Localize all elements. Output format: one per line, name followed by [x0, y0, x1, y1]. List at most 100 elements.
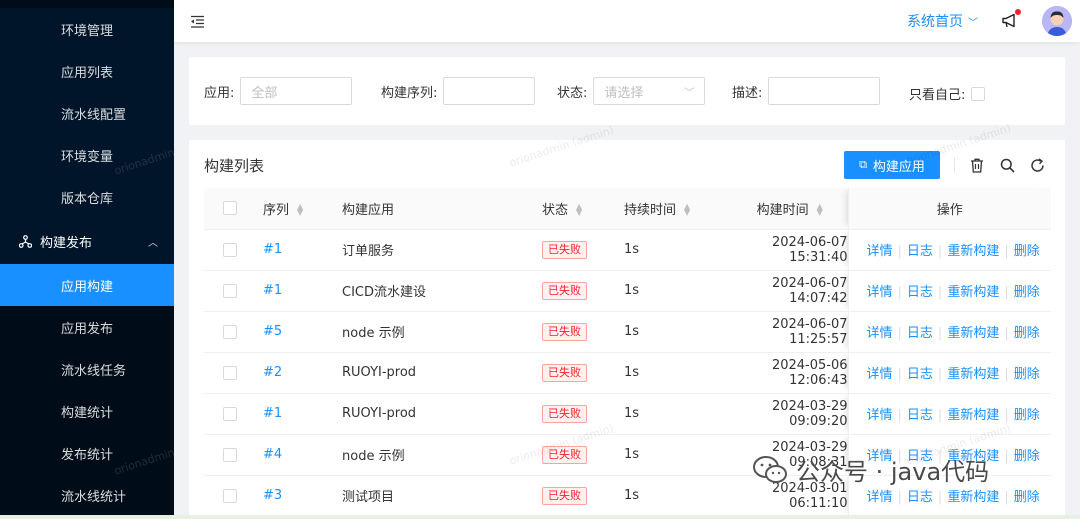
select-all-checkbox[interactable]: [223, 201, 237, 216]
app-filter-label: 应用:: [204, 85, 235, 101]
detail-link[interactable]: 详情: [867, 285, 893, 300]
seq-link[interactable]: #1: [263, 406, 282, 421]
op-divider: |: [897, 326, 902, 341]
app-cell: RUOYI-prod: [342, 352, 542, 394]
row-checkbox[interactable]: [223, 406, 237, 421]
delete-link[interactable]: 删除: [1014, 285, 1040, 300]
row-checkbox[interactable]: [223, 324, 237, 339]
duration-cell: 1s: [624, 229, 732, 271]
col-ops: 操作: [847, 188, 1051, 230]
log-link[interactable]: 日志: [907, 326, 933, 341]
sidebar-item-pipeline-task[interactable]: 流水线任务: [0, 348, 174, 390]
log-link[interactable]: 日志: [907, 244, 933, 259]
delete-link[interactable]: 删除: [1014, 408, 1040, 423]
deploy-icon: [18, 234, 32, 248]
delete-icon[interactable]: [969, 157, 985, 173]
avatar[interactable]: [1042, 6, 1072, 36]
wechat-icon: [753, 455, 787, 483]
row-checkbox[interactable]: [223, 447, 237, 462]
seq-cell: #1: [263, 393, 342, 435]
detail-link[interactable]: 详情: [867, 490, 893, 505]
ops-cell: 详情 | 日志 | 重新构建 | 删除: [847, 393, 1051, 435]
row-checkbox[interactable]: [223, 242, 237, 257]
sidebar-group-build-release[interactable]: 构建发布 ︿: [0, 218, 174, 264]
seq-link[interactable]: #3: [263, 488, 282, 503]
op-divider: |: [937, 326, 943, 341]
log-link[interactable]: 日志: [907, 285, 933, 300]
log-link[interactable]: 日志: [907, 367, 933, 382]
sidebar-item-pipeline-stats[interactable]: 流水线统计: [0, 474, 174, 516]
sidebar-item-env-manage[interactable]: 环境管理: [0, 8, 174, 50]
ops-cell: 详情 | 日志 | 重新构建 | 删除: [847, 311, 1051, 353]
col-seq-label: 序列: [263, 202, 290, 218]
col-duration[interactable]: 持续时间 ▲ ▼: [624, 188, 732, 230]
rebuild-link[interactable]: 重新构建: [947, 244, 999, 259]
duration-value: 1s: [624, 406, 640, 421]
sidebar-item-label: 版本仓库: [61, 191, 114, 207]
col-seq[interactable]: 序列 ▲ ▼: [263, 188, 342, 230]
delete-link[interactable]: 删除: [1014, 449, 1040, 464]
duration-cell: 1s: [624, 475, 732, 517]
delete-link[interactable]: 删除: [1014, 326, 1040, 341]
app-name: 订单服务: [342, 244, 395, 259]
duration-value: 1s: [624, 365, 640, 380]
app-name: CICD流水建设: [342, 285, 426, 300]
seq-link[interactable]: #1: [263, 242, 282, 257]
detail-link[interactable]: 详情: [867, 367, 893, 382]
app-select[interactable]: 全部: [240, 77, 353, 105]
build-time-cell: 2024-05-06 12:06:43: [732, 352, 848, 394]
log-link[interactable]: 日志: [907, 490, 933, 505]
self-only-checkbox[interactable]: [971, 86, 986, 101]
status-select[interactable]: 请选择 ﹀: [593, 77, 706, 105]
status-filter: 状态: 请选择 ﹀: [557, 77, 706, 105]
sidebar-item-app-build[interactable]: 应用构建: [0, 264, 174, 306]
refresh-icon[interactable]: [1029, 157, 1045, 173]
chevron-up-icon: ︿: [148, 237, 158, 249]
system-home-link[interactable]: 系统首页 ﹀: [907, 11, 978, 31]
row-checkbox[interactable]: [223, 365, 237, 380]
sidebar-item-build-stats[interactable]: 构建统计: [0, 390, 174, 432]
status-badge: 已失败: [542, 281, 587, 300]
rebuild-link[interactable]: 重新构建: [947, 490, 999, 505]
op-divider: |: [1004, 244, 1009, 259]
col-build-time[interactable]: 构建时间 ▲ ▼: [732, 188, 848, 230]
bottom-strip: [0, 515, 1080, 519]
seq-cell: #3: [263, 475, 342, 517]
row-checkbox[interactable]: [223, 283, 237, 298]
seq-link[interactable]: #4: [263, 447, 282, 462]
status-cell: 已失败: [542, 229, 624, 271]
rebuild-link[interactable]: 重新构建: [947, 367, 999, 382]
detail-link[interactable]: 详情: [867, 326, 893, 341]
rebuild-link[interactable]: 重新构建: [947, 285, 999, 300]
notification-button[interactable]: [1000, 9, 1021, 31]
log-link[interactable]: 日志: [907, 408, 933, 423]
delete-link[interactable]: 删除: [1014, 244, 1040, 259]
seq-input[interactable]: [443, 77, 536, 105]
build-time-value: 2024-06-07 15:31:40: [771, 234, 848, 265]
op-divider: |: [1004, 326, 1009, 341]
col-status[interactable]: 状态 ▲ ▼: [542, 188, 624, 230]
op-divider: |: [897, 244, 902, 259]
menu-fold-icon[interactable]: [190, 14, 206, 28]
seq-link[interactable]: #1: [263, 283, 282, 298]
status-badge: 已失败: [542, 240, 587, 259]
sidebar-item-pipeline-config[interactable]: 流水线配置: [0, 92, 174, 134]
delete-link[interactable]: 删除: [1014, 490, 1040, 505]
sidebar-item-label: 应用列表: [61, 65, 114, 81]
detail-link[interactable]: 详情: [867, 244, 893, 259]
sidebar-item-app-release[interactable]: 应用发布: [0, 306, 174, 348]
rebuild-link[interactable]: 重新构建: [947, 408, 999, 423]
sidebar-item-app-list[interactable]: 应用列表: [0, 50, 174, 92]
seq-link[interactable]: #5: [263, 324, 282, 339]
sidebar-item-label: 环境管理: [61, 23, 114, 39]
row-checkbox[interactable]: [223, 488, 237, 503]
search-icon[interactable]: [999, 157, 1015, 173]
rebuild-link[interactable]: 重新构建: [947, 326, 999, 341]
delete-link[interactable]: 删除: [1014, 367, 1040, 382]
sidebar-item-label: 应用构建: [61, 279, 114, 295]
detail-link[interactable]: 详情: [867, 408, 893, 423]
desc-input[interactable]: [768, 77, 881, 105]
seq-link[interactable]: #2: [263, 365, 282, 380]
sidebar-item-version-repo[interactable]: 版本仓库: [0, 176, 174, 218]
duration-value: 1s: [624, 488, 640, 503]
